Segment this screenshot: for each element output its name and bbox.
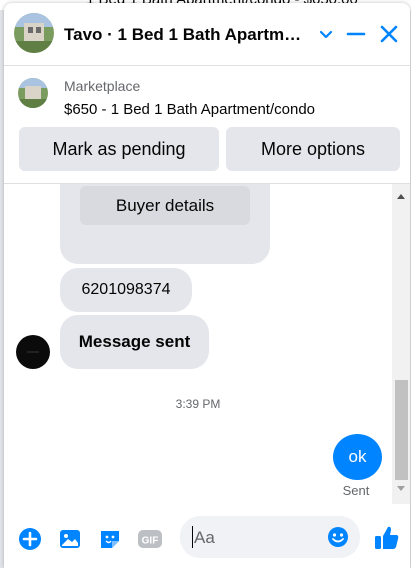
mark-as-pending-button[interactable]: Mark as pending bbox=[19, 127, 219, 171]
sent-status: Sent bbox=[342, 483, 370, 498]
photo-icon[interactable] bbox=[58, 527, 82, 551]
scroll-down-icon[interactable] bbox=[397, 486, 405, 491]
contact-avatar-small[interactable] bbox=[16, 335, 50, 369]
sticker-icon[interactable] bbox=[98, 527, 122, 551]
emoji-icon[interactable] bbox=[327, 526, 349, 548]
composer: GIF bbox=[4, 504, 410, 568]
contact-avatar[interactable] bbox=[14, 13, 54, 53]
listing-title[interactable]: $650 - 1 Bed 1 Bath Apartment/condo bbox=[64, 101, 315, 118]
scroll-thumb[interactable] bbox=[395, 380, 408, 480]
message-sent-bubble[interactable]: Message sent bbox=[60, 315, 209, 369]
message-input[interactable] bbox=[192, 522, 326, 554]
marketplace-listing: Marketplace $650 - 1 Bed 1 Bath Apartmen… bbox=[4, 66, 410, 184]
buyer-details-card: Buyer details bbox=[60, 184, 270, 264]
chat-window: Tavo · 1 Bed 1 Bath Apartm… Marketplace … bbox=[4, 3, 410, 568]
scrollbar[interactable] bbox=[392, 184, 410, 504]
scroll-up-icon[interactable] bbox=[397, 194, 405, 199]
chat-header[interactable]: Tavo · 1 Bed 1 Bath Apartm… bbox=[4, 3, 410, 66]
svg-text:GIF: GIF bbox=[142, 536, 159, 547]
my-message-bubble[interactable]: ok bbox=[333, 434, 382, 480]
listing-thumbnail[interactable] bbox=[18, 78, 48, 108]
add-icon[interactable] bbox=[18, 527, 42, 551]
chat-title[interactable]: Tavo · 1 Bed 1 Bath Apartm… bbox=[64, 25, 314, 45]
message-timestamp: 3:39 PM bbox=[175, 397, 221, 411]
phone-message[interactable]: 6201098374 bbox=[60, 268, 192, 312]
message-thread[interactable]: Buyer details 6201098374 Message sent 3:… bbox=[4, 184, 392, 504]
chevron-down-icon[interactable] bbox=[315, 23, 337, 45]
thumbs-up-icon[interactable] bbox=[373, 524, 401, 552]
more-options-button[interactable]: More options bbox=[226, 127, 400, 171]
close-icon[interactable] bbox=[378, 23, 400, 45]
message-input-wrapper[interactable] bbox=[180, 516, 360, 558]
listing-source: Marketplace bbox=[64, 78, 141, 94]
minimize-icon[interactable] bbox=[345, 23, 367, 45]
gif-icon[interactable]: GIF bbox=[137, 527, 162, 551]
buyer-details-button[interactable]: Buyer details bbox=[80, 186, 250, 225]
